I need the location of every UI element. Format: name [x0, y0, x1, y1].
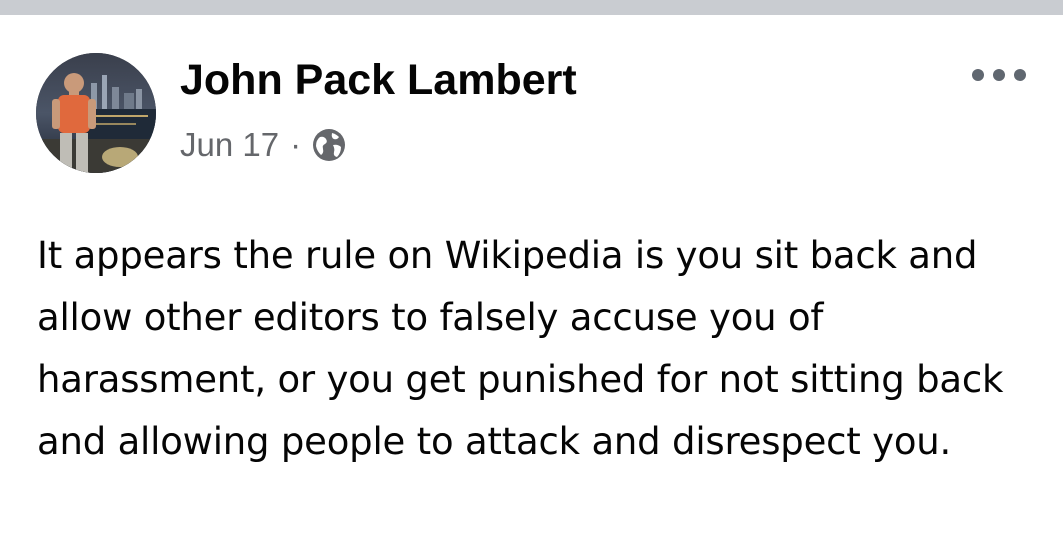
- post-card: John Pack Lambert Jun 17 · It appears th…: [0, 15, 1063, 548]
- more-options-icon[interactable]: [972, 65, 1026, 85]
- avatar-photo: [36, 53, 156, 173]
- post-date[interactable]: Jun 17: [180, 123, 279, 167]
- post-body-text: It appears the rule on Wikipedia is you …: [37, 234, 1004, 463]
- post-meta: Jun 17 ·: [180, 123, 347, 167]
- author-name[interactable]: John Pack Lambert: [180, 55, 577, 105]
- more-dot-3: [1014, 69, 1026, 81]
- more-dot-1: [972, 69, 984, 81]
- more-dot-2: [993, 69, 1005, 81]
- meta-separator: ·: [290, 126, 302, 163]
- top-divider-strip: [0, 0, 1063, 15]
- globe-icon: [311, 127, 347, 163]
- avatar[interactable]: [36, 53, 156, 173]
